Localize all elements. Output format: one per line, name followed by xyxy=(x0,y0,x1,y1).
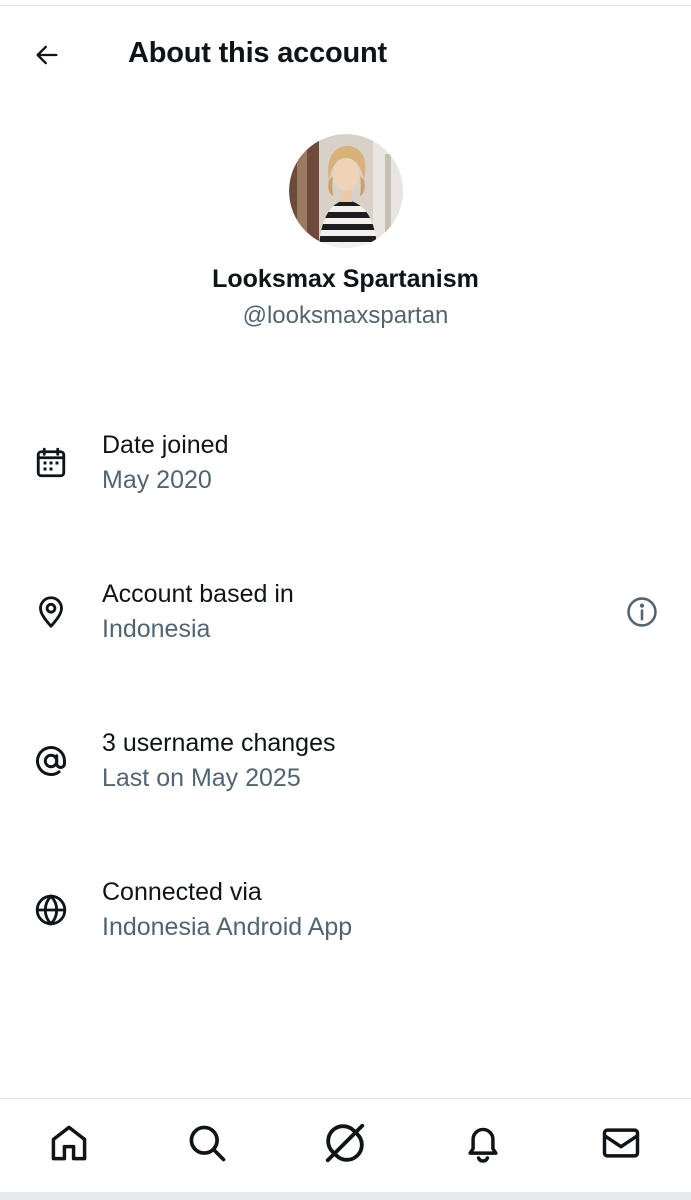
nav-notifications[interactable] xyxy=(459,1119,507,1167)
connected-via-text: Connected via Indonesia Android App xyxy=(102,875,352,944)
notifications-bell-icon xyxy=(468,1127,498,1163)
date-joined-value: May 2020 xyxy=(102,466,212,494)
date-joined-row: Date joined May 2020 xyxy=(0,428,691,508)
username-changes-text: 3 username changes Last on May 2025 xyxy=(102,726,335,795)
messages-envelope-icon xyxy=(602,1128,640,1158)
connected-via-row: Connected via Indonesia Android App xyxy=(0,875,691,955)
back-button[interactable] xyxy=(26,34,68,76)
date-joined-text: Date joined May 2020 xyxy=(102,428,228,497)
info-button[interactable] xyxy=(621,591,663,633)
header: About this account xyxy=(0,20,691,84)
globe-icon xyxy=(32,891,70,929)
grok-icon xyxy=(325,1123,365,1163)
connected-via-value: Indonesia Android App xyxy=(102,913,353,941)
top-divider xyxy=(0,5,691,6)
info-icon xyxy=(627,597,657,627)
account-based-in-row: Account based in Indonesia xyxy=(0,577,691,657)
home-icon xyxy=(51,1125,87,1161)
account-based-in-text: Account based in Indonesia xyxy=(102,577,294,646)
account-based-in-label: Account based in xyxy=(102,580,294,608)
arrow-left-icon xyxy=(36,45,58,65)
nav-grok[interactable] xyxy=(321,1119,369,1167)
account-based-in-value: Indonesia xyxy=(102,615,211,643)
username-changes-label: 3 username changes xyxy=(102,729,336,757)
page-title: About this account xyxy=(128,37,388,69)
location-pin-icon xyxy=(32,593,70,631)
nav-home[interactable] xyxy=(45,1119,93,1167)
nav-messages[interactable] xyxy=(597,1119,645,1167)
username-changes-row: 3 username changes Last on May 2025 xyxy=(0,726,691,806)
search-icon xyxy=(189,1125,226,1162)
profile-section: Looksmax Spartanism @looksmaxspartan xyxy=(0,134,691,332)
at-sign-icon xyxy=(32,742,70,780)
date-joined-label: Date joined xyxy=(102,431,229,459)
connected-via-label: Connected via xyxy=(102,878,262,906)
avatar[interactable] xyxy=(288,134,403,248)
bottom-navigation-bar xyxy=(0,1098,691,1192)
display-name: Looksmax Spartanism xyxy=(212,265,479,293)
bottom-system-bar xyxy=(0,1192,691,1200)
username-handle: @looksmaxspartan xyxy=(242,302,449,329)
username-changes-value: Last on May 2025 xyxy=(102,764,301,792)
nav-search[interactable] xyxy=(183,1119,231,1167)
calendar-icon xyxy=(32,444,70,482)
